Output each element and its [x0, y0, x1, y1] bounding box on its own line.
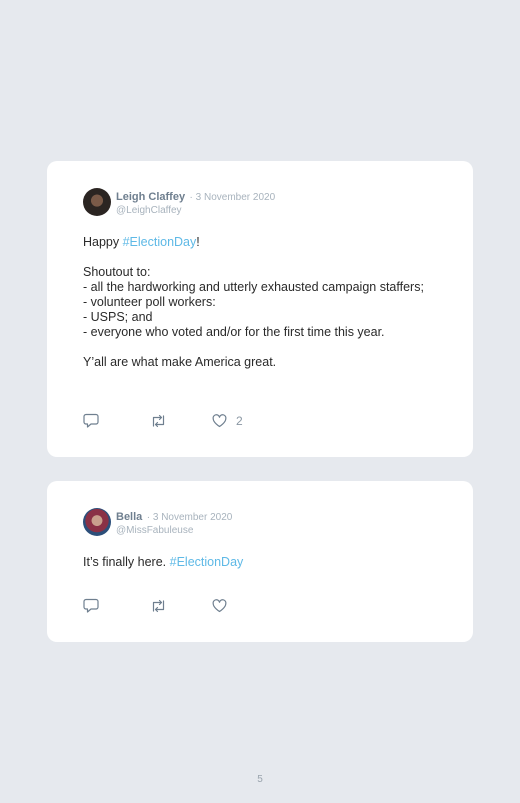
- reply-icon: [83, 413, 99, 428]
- reply-button[interactable]: [83, 413, 150, 428]
- tweet-line: - volunteer poll workers:: [83, 295, 216, 309]
- tweet-line: Shoutout to:: [83, 265, 151, 279]
- tweet-text: Happy #ElectionDay! Shoutout to: - all t…: [83, 235, 443, 370]
- like-button[interactable]: [212, 598, 227, 613]
- tweet-header: Leigh Claffey · 3 November 2020 @LeighCl…: [83, 188, 275, 217]
- tweet-card: Leigh Claffey · 3 November 2020 @LeighCl…: [47, 161, 473, 457]
- tweet-actions: 2: [83, 413, 243, 428]
- tweet-meta: Bella · 3 November 2020 @MissFabuleuse: [116, 509, 232, 537]
- tweet-line: Happy #ElectionDay!: [83, 235, 443, 250]
- retweet-button[interactable]: [150, 599, 212, 613]
- tweet-text-segment: Happy: [83, 235, 123, 249]
- author-name[interactable]: Leigh Claffey: [116, 191, 185, 203]
- tweet-text: It’s finally here. #ElectionDay: [83, 555, 443, 570]
- retweet-icon: [150, 599, 167, 613]
- heart-icon: [212, 413, 227, 428]
- like-count: 2: [236, 413, 243, 428]
- hashtag-link[interactable]: #ElectionDay: [123, 235, 197, 249]
- tweet-text-segment: !: [196, 235, 200, 249]
- avatar[interactable]: [83, 508, 111, 536]
- tweet-text-segment: It’s finally here.: [83, 555, 170, 569]
- tweet-line: - everyone who voted and/or for the firs…: [83, 325, 385, 339]
- retweet-icon: [150, 414, 167, 428]
- avatar[interactable]: [83, 188, 111, 216]
- author-handle[interactable]: @LeighClaffey: [116, 204, 275, 217]
- tweet-line: It’s finally here. #ElectionDay: [83, 555, 443, 570]
- tweet-line: - USPS; and: [83, 310, 153, 324]
- tweet-date: · 3 November 2020: [146, 512, 233, 523]
- retweet-button[interactable]: [150, 414, 212, 428]
- tweet-line: Y’all are what make America great.: [83, 355, 277, 369]
- tweet-line: - all the hardworking and utterly exhaus…: [83, 280, 424, 294]
- hashtag-link[interactable]: #ElectionDay: [170, 555, 244, 569]
- tweet-header: Bella · 3 November 2020 @MissFabuleuse: [83, 508, 232, 537]
- page-number: 5: [257, 774, 263, 785]
- author-name[interactable]: Bella: [116, 511, 142, 523]
- tweet-date: · 3 November 2020: [189, 192, 276, 203]
- tweet-actions: [83, 598, 227, 613]
- reply-icon: [83, 598, 99, 613]
- like-button[interactable]: 2: [212, 414, 243, 428]
- reply-button[interactable]: [83, 598, 150, 613]
- tweet-card: Bella · 3 November 2020 @MissFabuleuse I…: [47, 481, 473, 642]
- tweet-meta: Leigh Claffey · 3 November 2020 @LeighCl…: [116, 189, 275, 217]
- author-handle[interactable]: @MissFabuleuse: [116, 524, 232, 537]
- heart-icon: [212, 598, 227, 613]
